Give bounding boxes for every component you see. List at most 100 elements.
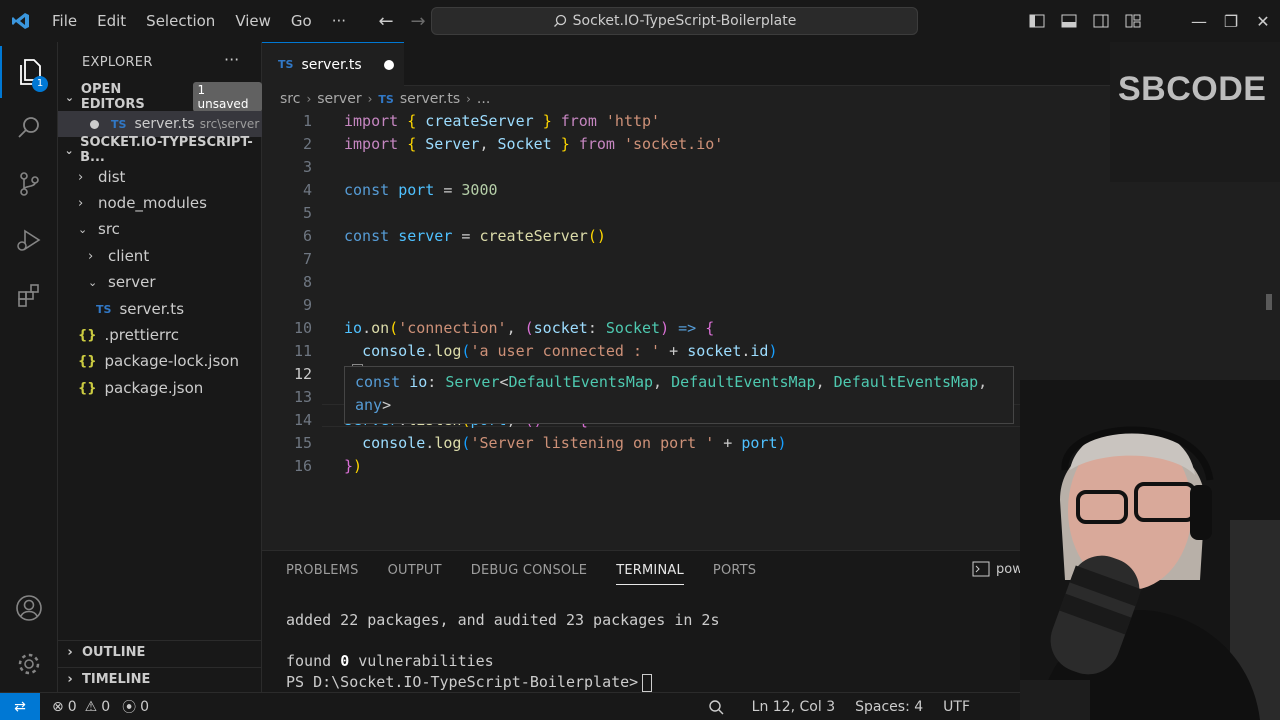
code-line: 11 console.log('a user connected : ' + s… <box>262 340 1262 363</box>
code-line: 9 <box>262 294 1262 317</box>
minimize-icon[interactable]: — <box>1190 12 1208 31</box>
menu-view[interactable]: View <box>225 0 281 42</box>
code-line: 5 <box>262 202 1262 225</box>
problems-status[interactable]: ⊗ 0 ⚠ 0 <box>52 699 110 715</box>
toggle-panel-icon[interactable] <box>1060 12 1078 30</box>
source-control-activity[interactable] <box>0 158 58 210</box>
back-arrow-icon[interactable]: ← <box>370 11 402 32</box>
encoding[interactable]: UTF <box>943 699 970 715</box>
gear-icon <box>18 653 40 675</box>
breadcrumb-src[interactable]: src <box>280 91 300 107</box>
close-icon[interactable]: ✕ <box>1254 12 1272 31</box>
scrollbar[interactable] <box>1266 294 1272 310</box>
ports-status[interactable]: ⦿ 0 <box>122 697 149 717</box>
search-activity[interactable] <box>0 102 58 154</box>
menu-selection[interactable]: Selection <box>136 0 225 42</box>
terminal-cursor <box>642 673 653 692</box>
zoom-icon[interactable] <box>708 699 724 715</box>
project-header[interactable]: ⌄ SOCKET.IO-TYPESCRIPT-B... <box>58 135 262 165</box>
tree-item-server-ts[interactable]: TS server.ts <box>58 296 262 322</box>
menu-edit[interactable]: Edit <box>87 0 136 42</box>
tree-item-package-lock[interactable]: {} package-lock.json <box>58 348 262 374</box>
breadcrumb-file[interactable]: server.ts <box>400 91 460 107</box>
terminal-output-line: found 0 vulnerabilities <box>286 652 494 670</box>
terminal-prompt[interactable]: PS D:\Socket.IO-TypeScript-Boilerplate> <box>286 673 653 692</box>
timeline-label: TIMELINE <box>82 672 151 687</box>
tree-item-package-json[interactable]: {} package.json <box>58 375 262 401</box>
tab-debug-console[interactable]: DEBUG CONSOLE <box>471 563 587 585</box>
unsaved-dot-icon[interactable] <box>90 119 99 129</box>
chevron-down-icon: ⌄ <box>64 90 75 104</box>
menu-more[interactable]: ··· <box>322 0 356 42</box>
tree-item-prettierrc[interactable]: {} .prettierrc <box>58 322 262 348</box>
menu-file[interactable]: File <box>42 0 87 42</box>
tree-item-label: node_modules <box>98 194 207 212</box>
line-number: 5 <box>302 204 312 222</box>
restore-icon[interactable]: ❐ <box>1222 12 1240 31</box>
tab-output[interactable]: OUTPUT <box>388 563 442 585</box>
forward-arrow-icon[interactable]: → <box>402 11 434 32</box>
timeline-header[interactable]: › TIMELINE <box>58 667 262 691</box>
unsaved-badge: 1 unsaved <box>192 82 262 112</box>
panel-tabs: PROBLEMS OUTPUT DEBUG CONSOLE TERMINAL P… <box>286 563 756 585</box>
tab-problems[interactable]: PROBLEMS <box>286 563 359 585</box>
tree-item-dist[interactable]: › dist <box>58 164 262 190</box>
toggle-primary-sidebar-icon[interactable] <box>1028 12 1046 30</box>
tab-ports[interactable]: PORTS <box>713 563 756 585</box>
toggle-secondary-sidebar-icon[interactable] <box>1092 12 1110 30</box>
indentation[interactable]: Spaces: 4 <box>855 699 923 715</box>
command-center[interactable]: Socket.IO-TypeScript-Boilerplate <box>431 7 918 35</box>
open-editors-header[interactable]: ⌄ OPEN EDITORS 1 unsaved <box>58 82 262 112</box>
search-icon <box>18 117 39 138</box>
run-debug-activity[interactable] <box>0 214 58 266</box>
explorer-sidebar: EXPLORER ··· ⌄ OPEN EDITORS 1 unsaved TS… <box>58 42 262 692</box>
menu-go[interactable]: Go <box>281 0 322 42</box>
vscode-logo-icon <box>0 0 42 42</box>
typescript-file-icon: TS <box>378 92 394 106</box>
code-line: 8 <box>262 271 1262 294</box>
outline-header[interactable]: › OUTLINE <box>58 640 262 664</box>
tree-item-client[interactable]: › client <box>58 243 262 269</box>
tree-item-label: server <box>108 273 156 291</box>
manage-activity[interactable] <box>0 638 58 690</box>
more-actions-icon[interactable]: ··· <box>224 50 239 69</box>
line-number: 11 <box>293 342 312 360</box>
typescript-file-icon: TS <box>96 302 112 316</box>
tree-item-src[interactable]: ⌄ src <box>58 216 262 242</box>
open-editors-label: OPEN EDITORS <box>80 82 145 112</box>
unsaved-dot-icon[interactable] <box>384 60 394 70</box>
explorer-badge: 1 <box>32 76 48 92</box>
tab-label: server.ts <box>301 56 362 73</box>
line-number: 10 <box>293 319 312 337</box>
breadcrumb-symbol[interactable]: ... <box>477 91 490 107</box>
open-editor-item[interactable]: TS server.ts src\server <box>58 111 262 137</box>
extensions-activity[interactable] <box>0 270 58 322</box>
customize-layout-icon[interactable] <box>1124 12 1142 30</box>
run-debug-icon <box>17 229 41 251</box>
tab-terminal[interactable]: TERMINAL <box>616 563 684 585</box>
breadcrumb-server[interactable]: server <box>317 91 361 107</box>
chevron-right-icon: › <box>367 92 373 106</box>
tab-server-ts[interactable]: TS server.ts <box>262 42 404 86</box>
open-editor-path: src\server <box>199 117 260 131</box>
search-icon <box>553 14 566 27</box>
cursor-position[interactable]: Ln 12, Col 3 <box>752 699 835 715</box>
line-number: 2 <box>302 135 312 153</box>
tree-item-label: package-lock.json <box>104 352 239 370</box>
webcam-video <box>1020 380 1280 720</box>
remote-indicator-icon[interactable]: ⇄ <box>0 692 40 720</box>
account-icon <box>16 595 42 621</box>
hover-tooltip: const io: Server<DefaultEventsMap, Defau… <box>344 366 1014 424</box>
tree-item-label: .prettierrc <box>104 326 180 344</box>
breadcrumb: src › server › TS server.ts › ... <box>280 88 490 110</box>
chevron-right-icon: › <box>88 248 94 264</box>
tree-item-node-modules[interactable]: › node_modules <box>58 190 262 216</box>
extensions-icon <box>18 284 39 307</box>
vulnerability-count: 0 <box>340 652 350 670</box>
tree-item-server[interactable]: ⌄ server <box>58 269 262 295</box>
line-number: 12 <box>293 365 312 383</box>
explorer-activity[interactable]: 1 <box>0 46 58 98</box>
accounts-activity[interactable] <box>0 582 58 634</box>
presenter-video-image <box>1020 380 1280 720</box>
line-number: 6 <box>302 227 312 245</box>
